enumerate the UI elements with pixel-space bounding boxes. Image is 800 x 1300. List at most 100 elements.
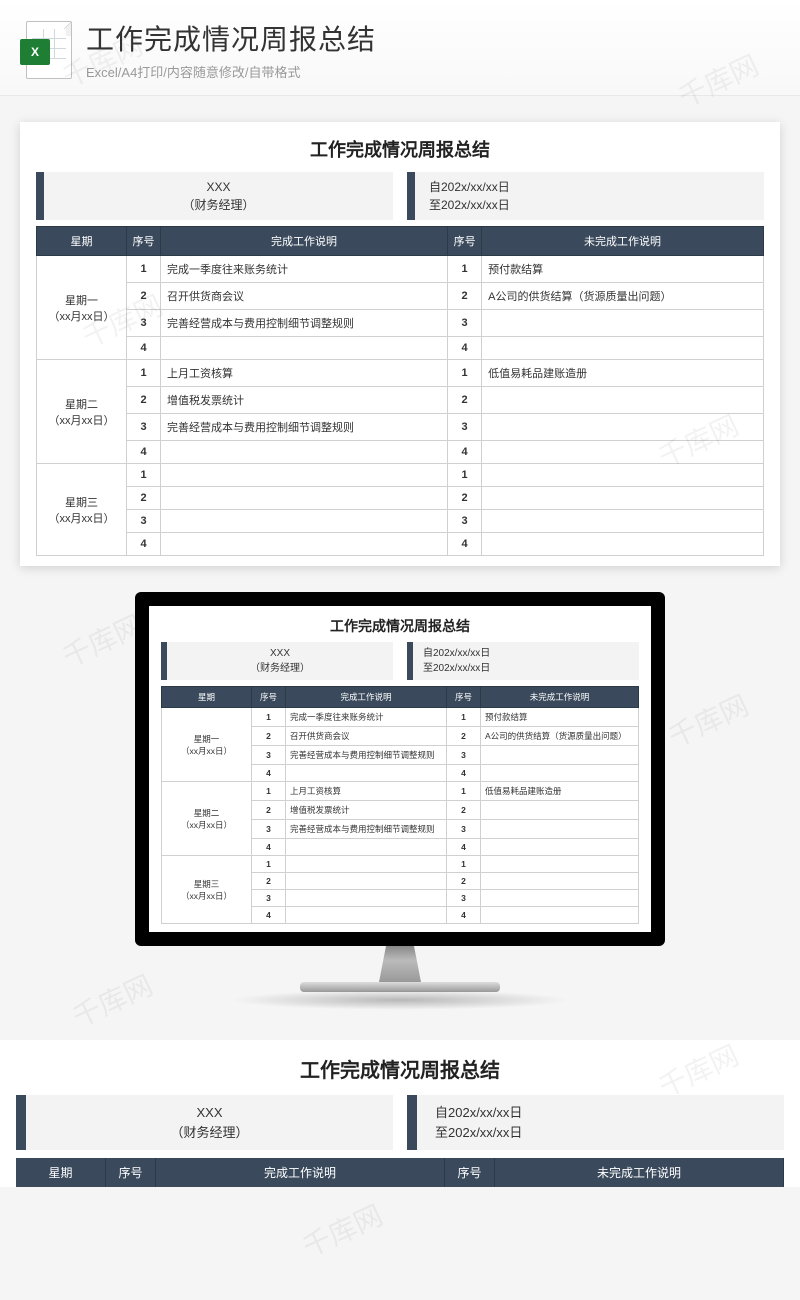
row-index: 3 (127, 510, 161, 533)
table-header-partial: 星期 序号 完成工作说明 序号 未完成工作说明 (16, 1158, 784, 1187)
undone-cell (482, 441, 764, 464)
undone-cell (482, 337, 764, 360)
author-role: （财务经理） (177, 661, 383, 676)
done-cell (286, 873, 447, 890)
undone-cell (480, 820, 638, 839)
row-index: 4 (446, 839, 480, 856)
row-index: 2 (252, 873, 286, 890)
row-index: 4 (448, 533, 482, 556)
row-index: 1 (252, 708, 286, 727)
undone-cell: A公司的供货结算（货源质量出问题） (482, 283, 764, 310)
table-row: 44 (37, 337, 764, 360)
row-index: 2 (127, 387, 161, 414)
done-cell: 完善经营成本与费用控制细节调整规则 (286, 746, 447, 765)
row-index: 3 (252, 820, 286, 839)
monitor-mockup: 工作完成情况周报总结 XXX （财务经理） 自202x/xx/xx日 至202x… (135, 592, 665, 1010)
row-index: 4 (448, 441, 482, 464)
row-index: 2 (252, 801, 286, 820)
date-from: 自202x/xx/xx日 (435, 1103, 766, 1123)
done-cell (286, 856, 447, 873)
author-role: （财务经理） (44, 1123, 375, 1143)
day-cell: 星期三（xx月xx日） (37, 464, 127, 556)
undone-cell (480, 839, 638, 856)
table-row: 22 (37, 487, 764, 510)
header-undone: 未完成工作说明 (480, 687, 638, 708)
done-cell (161, 533, 448, 556)
done-cell (161, 510, 448, 533)
info-author-box: XXX （财务经理） (16, 1095, 393, 1150)
watermark: 千库网 (661, 684, 754, 756)
undone-cell (482, 414, 764, 441)
header-idx2: 序号 (446, 687, 480, 708)
row-index: 3 (252, 746, 286, 765)
header-done: 完成工作说明 (286, 687, 447, 708)
header-day: 星期 (37, 227, 127, 256)
row-index: 2 (127, 487, 161, 510)
row-index: 1 (446, 708, 480, 727)
table-row: 星期一（xx月xx日）1完成一季度往来账务统计1预付款结算 (37, 256, 764, 283)
done-cell: 完成一季度往来账务统计 (161, 256, 448, 283)
header-idx1: 序号 (252, 687, 286, 708)
date-to: 至202x/xx/xx日 (435, 1123, 766, 1143)
excel-file-icon: X (20, 21, 72, 79)
row-index: 4 (252, 839, 286, 856)
report-title: 工作完成情况周报总结 (16, 1054, 784, 1083)
watermark: 千库网 (295, 1194, 388, 1266)
done-cell: 完成一季度往来账务统计 (286, 708, 447, 727)
done-cell (286, 907, 447, 924)
row-index: 2 (446, 727, 480, 746)
table-row: 3完善经营成本与费用控制细节调整规则3 (37, 414, 764, 441)
undone-cell (480, 801, 638, 820)
undone-cell: 预付款结算 (480, 708, 638, 727)
row-index: 4 (127, 441, 161, 464)
row-index: 1 (448, 256, 482, 283)
undone-cell (482, 533, 764, 556)
template-banner: X 工作完成情况周报总结 Excel/A4打印/内容随意修改/自带格式 (0, 0, 800, 96)
row-index: 3 (446, 820, 480, 839)
undone-cell (482, 310, 764, 337)
report-title: 工作完成情况周报总结 (36, 136, 764, 162)
row-index: 2 (448, 283, 482, 310)
info-author-box: XXX （财务经理） (161, 642, 393, 680)
row-index: 3 (127, 310, 161, 337)
info-date-box: 自202x/xx/xx日 至202x/xx/xx日 (407, 642, 639, 680)
table-row: 星期三（xx月xx日）11 (37, 464, 764, 487)
info-date-box: 自202x/xx/xx日 至202x/xx/xx日 (407, 172, 764, 220)
row-index: 2 (448, 387, 482, 414)
row-index: 1 (127, 464, 161, 487)
preview-card-large: 工作完成情况周报总结 XXX （财务经理） 自202x/xx/xx日 至202x… (20, 122, 780, 566)
row-index: 4 (446, 765, 480, 782)
undone-cell: A公司的供货结算（货源质量出问题） (480, 727, 638, 746)
report-table: 星期 序号 完成工作说明 序号 未完成工作说明 星期一（xx月xx日）1完成一季… (161, 686, 639, 924)
day-cell: 星期三（xx月xx日） (162, 856, 252, 924)
row-index: 1 (446, 856, 480, 873)
done-cell (161, 441, 448, 464)
date-from: 自202x/xx/xx日 (429, 178, 750, 196)
excel-badge: X (20, 39, 50, 65)
preview-strip-bottom: 工作完成情况周报总结 XXX （财务经理） 自202x/xx/xx日 至202x… (0, 1040, 800, 1187)
row-index: 1 (448, 360, 482, 387)
done-cell: 完善经营成本与费用控制细节调整规则 (286, 820, 447, 839)
table-row: 44 (37, 533, 764, 556)
table-row: 2增值税发票统计2 (37, 387, 764, 414)
undone-cell (482, 510, 764, 533)
row-index: 1 (448, 464, 482, 487)
row-index: 1 (252, 782, 286, 801)
done-cell: 完善经营成本与费用控制细节调整规则 (161, 310, 448, 337)
date-from: 自202x/xx/xx日 (423, 646, 629, 661)
row-index: 3 (446, 746, 480, 765)
row-index: 4 (446, 907, 480, 924)
author-name: XXX (44, 1103, 375, 1123)
author-name: XXX (58, 178, 379, 196)
day-cell: 星期二（xx月xx日） (162, 782, 252, 856)
header-done: 完成工作说明 (161, 227, 448, 256)
table-row: 2召开供货商会议2A公司的供货结算（货源质量出问题） (37, 283, 764, 310)
row-index: 4 (448, 337, 482, 360)
row-index: 4 (127, 533, 161, 556)
done-cell (161, 487, 448, 510)
row-index: 2 (448, 487, 482, 510)
row-index: 1 (127, 256, 161, 283)
day-cell: 星期二（xx月xx日） (37, 360, 127, 464)
undone-cell (480, 856, 638, 873)
row-index: 2 (446, 801, 480, 820)
